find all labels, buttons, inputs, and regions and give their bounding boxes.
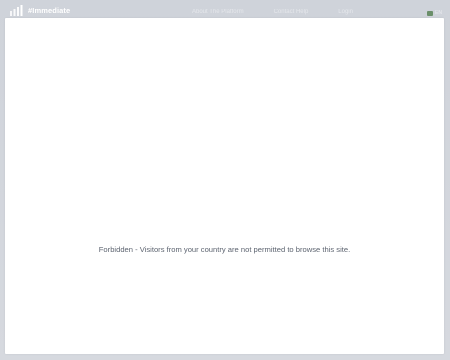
flag-icon [427,10,434,16]
brand-name: #Immediate [28,5,71,15]
main-nav: About The Platform Contact Help Login [192,9,353,15]
language-code: EN [435,10,442,16]
forbidden-modal: Forbidden - Visitors from your country a… [5,18,444,354]
top-bar: #Immediate About The Platform Contact He… [0,0,450,18]
brand-logo[interactable]: #Immediate [9,4,70,16]
bar-chart-icon [9,4,25,16]
nav-item-about-platform[interactable]: About The Platform [192,9,244,15]
forbidden-message: Forbidden - Visitors from your country a… [98,245,351,254]
language-selector[interactable]: EN [427,10,442,16]
page: #Immediate About The Platform Contact He… [0,0,450,360]
nav-item-login[interactable]: Login [338,9,353,15]
nav-item-contact-help[interactable]: Contact Help [274,9,309,15]
